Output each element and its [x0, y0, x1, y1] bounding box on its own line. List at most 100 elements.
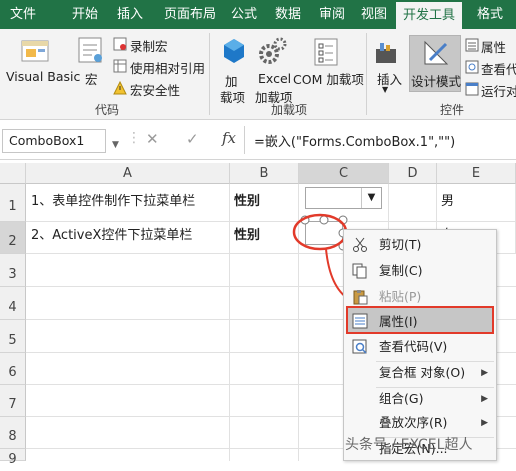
- name-box[interactable]: ComboBox1: [2, 129, 106, 153]
- toolbox-icon: [376, 43, 396, 63]
- menu-item-label: 复合框 对象(O): [379, 365, 466, 380]
- menu-item-label: 剪切(T): [379, 237, 422, 252]
- menu-item-label: 属性(I): [379, 314, 418, 329]
- view-code-label: 查看代: [481, 62, 516, 77]
- view-code-icon: [465, 60, 479, 74]
- chevron-down-icon: ▼: [382, 85, 389, 94]
- row-header[interactable]: 2: [0, 222, 26, 254]
- cell-a2[interactable]: 2、ActiveX控件下拉菜单栏: [26, 222, 230, 254]
- menu-item-combobox-object[interactable]: 复合框 对象(O) ▶: [344, 360, 496, 386]
- excel-window: { "tabs": ["文件", "开始", "插入", "页面布局", "公式…: [0, 0, 516, 467]
- tab-view[interactable]: 视图: [354, 0, 394, 29]
- design-mode-button[interactable]: 设计模式: [409, 35, 461, 92]
- com-addins-icon: [314, 38, 338, 66]
- gridline: [229, 254, 230, 461]
- menu-item-group[interactable]: 组合(G) ▶: [344, 386, 496, 412]
- record-macro-icon: [113, 37, 127, 51]
- cell-b1[interactable]: 性别: [230, 184, 299, 222]
- addins-icon: [224, 39, 244, 63]
- record-macro-label: 录制宏: [130, 39, 168, 54]
- insert-function-icon[interactable]: fx: [222, 129, 236, 147]
- scissors-icon: [353, 237, 367, 252]
- cell-e1[interactable]: 男: [437, 184, 516, 222]
- view-code-icon: [352, 339, 367, 354]
- run-dialog-icon: [465, 82, 479, 96]
- row-header[interactable]: 8: [0, 417, 26, 449]
- row-header[interactable]: 6: [0, 353, 26, 385]
- properties-icon: [352, 313, 368, 329]
- copy-icon: [352, 263, 367, 279]
- row-header[interactable]: 5: [0, 320, 26, 353]
- excel-addins-label-1: Excel: [258, 71, 292, 86]
- group-divider: [209, 33, 210, 115]
- properties-icon: [465, 38, 479, 52]
- insert-control-label: 插入: [377, 72, 403, 87]
- cell-b2[interactable]: 性别: [230, 222, 299, 254]
- relative-reference-label: 使用相对引用: [130, 61, 206, 76]
- tab-file[interactable]: 文件: [0, 0, 46, 29]
- cell-a1[interactable]: 1、表单控件制作下拉菜单栏: [26, 184, 230, 222]
- tab-page-layout[interactable]: 页面布局: [155, 0, 225, 29]
- chevron-down-icon[interactable]: ▼: [112, 140, 119, 150]
- column-header-b[interactable]: B: [230, 163, 299, 184]
- column-header-c[interactable]: C: [299, 163, 389, 184]
- menu-item-label: 叠放次序(R): [379, 415, 448, 430]
- paste-icon: [353, 290, 368, 305]
- watermark: 头条号 / EXCEL超人: [345, 437, 473, 453]
- submenu-arrow-icon: ▶: [481, 394, 488, 404]
- row-header[interactable]: 4: [0, 287, 26, 320]
- submenu-arrow-icon: ▶: [481, 368, 488, 378]
- macro-security-label: 宏安全性: [130, 83, 181, 98]
- tab-review[interactable]: 审阅: [312, 0, 352, 29]
- menu-item-view-code[interactable]: 查看代码(V): [344, 334, 496, 360]
- menu-item-cut[interactable]: 剪切(T): [344, 232, 496, 258]
- formula-bar-dots: ⋮: [127, 130, 141, 146]
- menu-item-properties[interactable]: 属性(I): [346, 306, 494, 334]
- tab-format[interactable]: 格式: [468, 0, 512, 29]
- group-divider: [366, 33, 367, 115]
- relative-reference-icon: [113, 59, 127, 73]
- tab-insert[interactable]: 插入: [110, 0, 150, 29]
- menu-item-label: 查看代码(V): [379, 339, 448, 354]
- menu-item-copy[interactable]: 复制(C): [344, 258, 496, 284]
- addins-label-2: 载项: [220, 90, 246, 105]
- properties-label: 属性: [481, 40, 507, 55]
- submenu-arrow-icon: ▶: [481, 418, 488, 428]
- row-header[interactable]: 7: [0, 385, 26, 417]
- column-header-e[interactable]: E: [437, 163, 516, 184]
- formula-bar: ComboBox1 ▼ ⋮ ✕ ✓ fx =嵌入("Forms.ComboBox…: [0, 120, 516, 160]
- macro-icon: [78, 37, 102, 63]
- code-group-label: 代码: [95, 103, 120, 117]
- tab-data[interactable]: 数据: [268, 0, 308, 29]
- warning-icon: [113, 81, 127, 95]
- menu-item-label: 复制(C): [379, 263, 423, 278]
- menu-item-order[interactable]: 叠放次序(R) ▶: [344, 410, 496, 436]
- tab-formulas[interactable]: 公式: [224, 0, 264, 29]
- controls-group-label: 控件: [440, 103, 465, 117]
- macro-label: 宏: [85, 72, 98, 87]
- visual-basic-icon: [21, 40, 49, 62]
- tab-developer[interactable]: 开发工具: [396, 2, 462, 29]
- gear-icon: [259, 37, 287, 64]
- column-header-a[interactable]: A: [26, 163, 230, 184]
- column-header-d[interactable]: D: [389, 163, 437, 184]
- row-header[interactable]: 3: [0, 254, 26, 287]
- design-mode-icon: [424, 40, 449, 65]
- visual-basic-label: Visual Basic: [6, 69, 81, 84]
- context-menu: 剪切(T) 复制(C) 粘贴(P) 属性(I) 查看代码(V) 复合框 对象(O…: [343, 229, 497, 461]
- formula-divider: [244, 126, 245, 154]
- formula-input[interactable]: =嵌入("Forms.ComboBox.1",""): [254, 131, 455, 150]
- row-header[interactable]: 1: [0, 184, 26, 222]
- com-addins-label: COM 加载项: [293, 72, 364, 87]
- ribbon-developer: Visual Basic 宏 录制宏 使用相对引用 宏安全性 代码 加 载项 E…: [0, 29, 516, 120]
- enter-icon[interactable]: ✓: [186, 130, 199, 148]
- cancel-icon[interactable]: ✕: [146, 130, 159, 148]
- row-header[interactable]: 9: [0, 449, 26, 467]
- run-dialog-label: 运行对: [481, 84, 516, 99]
- menu-item-label: 组合(G): [379, 391, 424, 406]
- tab-home[interactable]: 开始: [62, 0, 108, 29]
- addins-group-label: 加载项: [271, 103, 308, 117]
- select-all-corner[interactable]: [0, 163, 26, 184]
- ribbon-tab-bar: 文件 开始 插入 页面布局 公式 数据 审阅 视图 开发工具 格式: [0, 0, 516, 29]
- design-mode-label: 设计模式: [411, 74, 462, 89]
